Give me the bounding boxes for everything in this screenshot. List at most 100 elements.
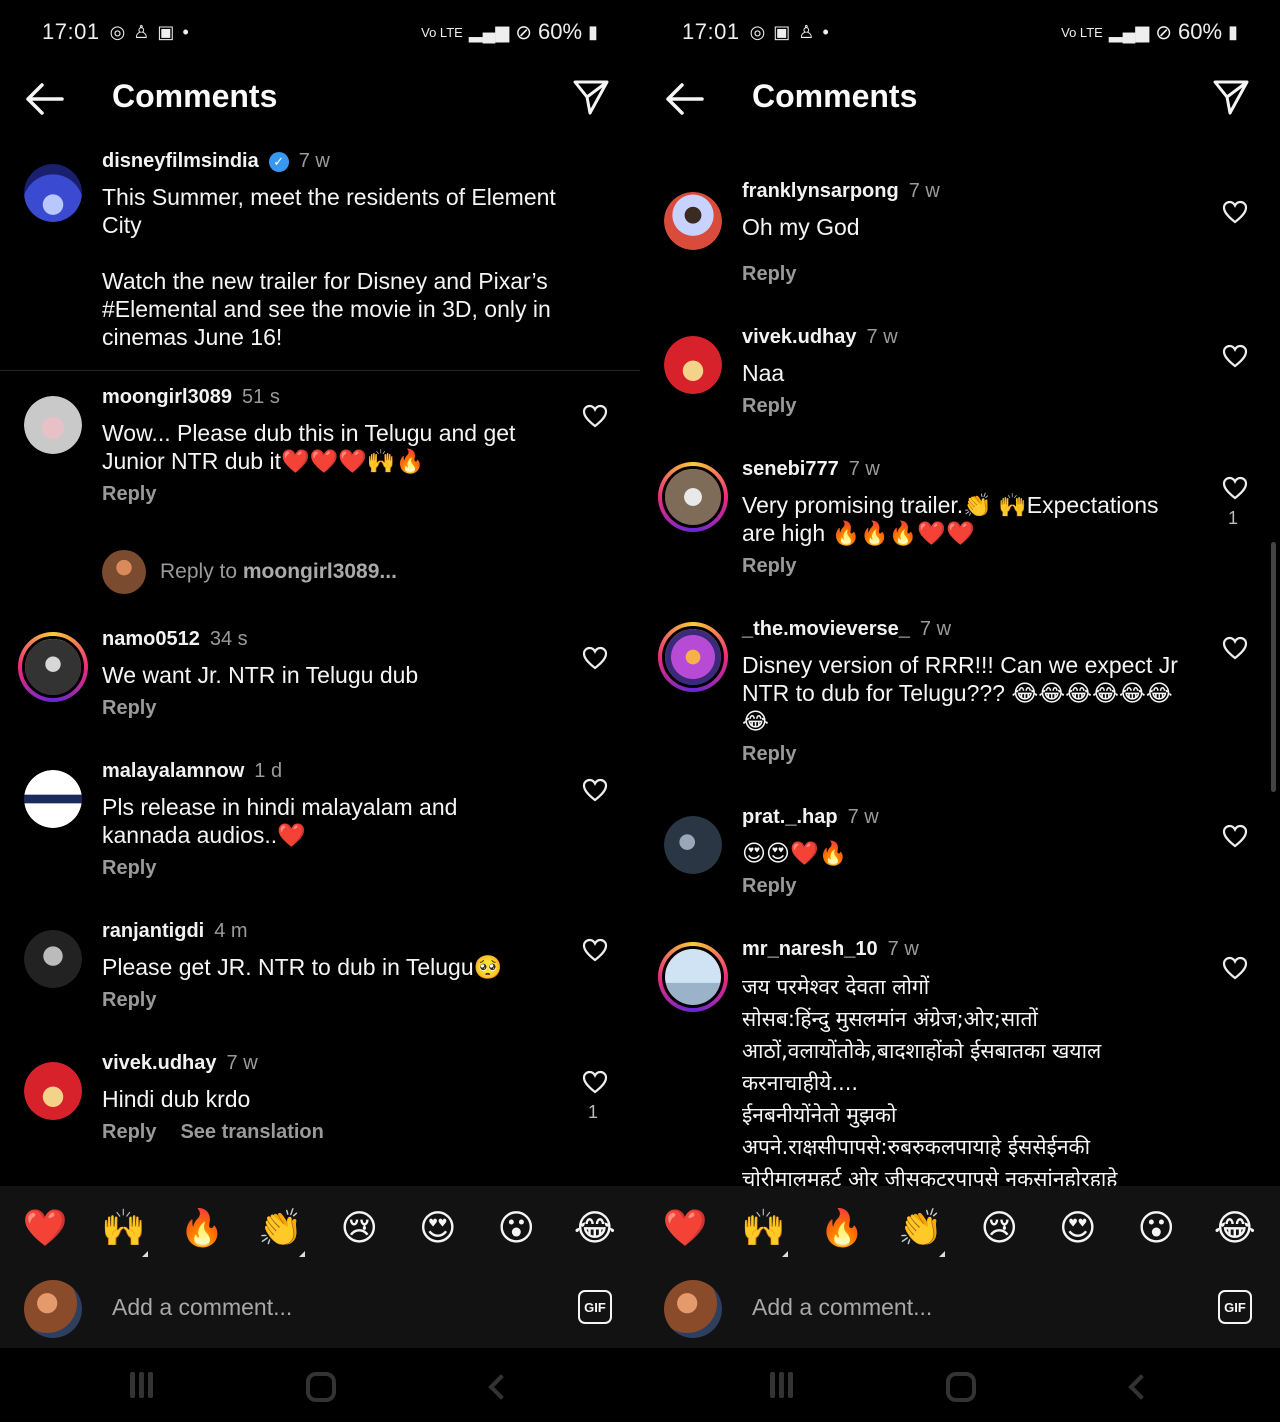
paper-plane-icon[interactable]: [572, 78, 610, 116]
emoji-button[interactable]: 😍: [1048, 1207, 1108, 1249]
reply-button[interactable]: Reply: [742, 555, 796, 578]
username[interactable]: namo0512: [102, 628, 200, 651]
system-nav-bar: [0, 1348, 640, 1422]
avatar[interactable]: [658, 942, 728, 1012]
heart-outline-icon[interactable]: [582, 778, 608, 802]
heart-outline-icon[interactable]: [1222, 824, 1248, 848]
heart-outline-icon[interactable]: [1222, 476, 1248, 500]
username[interactable]: senebi777: [742, 458, 839, 481]
comment-text: Naa: [742, 360, 785, 386]
system-nav-bar: [640, 1348, 1280, 1422]
avatar[interactable]: [658, 462, 728, 532]
arrow-left-icon[interactable]: [664, 82, 704, 116]
comment-text: जय परमेश्वर देवता लोगों सोसब:हिंन्दु मुस…: [742, 975, 1118, 1186]
emoji-button[interactable]: 😮: [486, 1207, 546, 1249]
emoji-button[interactable]: ❤️: [15, 1207, 75, 1249]
reply-button[interactable]: Reply: [102, 1121, 156, 1144]
timestamp: 4 m: [214, 920, 248, 942]
verified-badge-icon: ✓: [268, 151, 289, 172]
like-count: 1: [587, 1102, 598, 1122]
username[interactable]: mr_naresh_10: [742, 938, 878, 961]
like-count: 1: [1227, 508, 1238, 528]
header: Comments: [0, 64, 640, 134]
whatsapp-icon: ◎: [109, 21, 126, 42]
username[interactable]: disneyfilmsindia: [102, 150, 259, 173]
username[interactable]: franklynsarpong: [742, 180, 899, 203]
emoji-button[interactable]: 👏: [251, 1207, 311, 1257]
avatar[interactable]: [664, 336, 722, 394]
reply-button[interactable]: Reply: [102, 857, 156, 880]
reply-prompt[interactable]: Reply to moongirl3089...: [102, 550, 397, 594]
timestamp: 51 s: [242, 386, 280, 408]
emoji-button[interactable]: 😂: [565, 1207, 625, 1249]
arrow-left-icon[interactable]: [24, 82, 64, 116]
avatar[interactable]: [24, 1062, 82, 1120]
username[interactable]: _the.movieverse_: [742, 618, 910, 641]
back-icon[interactable]: [488, 1374, 514, 1400]
emoji-button[interactable]: 👏: [891, 1207, 951, 1257]
reply-button[interactable]: Reply: [742, 875, 796, 898]
see-translation-button[interactable]: See translation: [180, 1121, 323, 1144]
username[interactable]: ranjantigdi: [102, 920, 204, 943]
back-icon[interactable]: [1128, 1374, 1154, 1400]
emoji-button[interactable]: 😢: [969, 1207, 1029, 1249]
comment-input[interactable]: Add a comment...: [112, 1294, 292, 1321]
reply-button[interactable]: Reply: [102, 989, 156, 1012]
emoji-button[interactable]: 😍: [408, 1207, 468, 1249]
heart-outline-icon[interactable]: [1222, 636, 1248, 660]
heart-outline-icon[interactable]: [1222, 344, 1248, 368]
system-icons: Vo LTE ▂▄▆ ⊘ 60% ▮: [421, 19, 598, 45]
emoji-button[interactable]: 😮: [1126, 1207, 1186, 1249]
recents-icon[interactable]: [770, 1372, 796, 1398]
heart-outline-icon[interactable]: [582, 404, 608, 428]
recents-icon[interactable]: [130, 1372, 156, 1398]
heart-outline-icon[interactable]: [582, 646, 608, 670]
signal-icon: ▂▄▆: [1108, 21, 1150, 42]
gif-button[interactable]: GIF: [578, 1290, 612, 1324]
divider: [0, 370, 640, 371]
gif-button[interactable]: GIF: [1218, 1290, 1252, 1324]
reply-button[interactable]: Reply: [742, 263, 796, 286]
avatar: [102, 550, 146, 594]
avatar[interactable]: [664, 192, 722, 250]
comments-feed[interactable]: franklynsarpong 7 w Oh my God Reply vive…: [640, 140, 1280, 1186]
username[interactable]: prat._.hap: [742, 806, 838, 829]
timestamp: 1 d: [254, 760, 283, 782]
reply-button[interactable]: Reply: [102, 697, 156, 720]
avatar[interactable]: [24, 930, 82, 988]
emoji-reaction-bar: ❤️ 🙌 🔥 👏 😢 😍 😮 😂: [0, 1186, 640, 1270]
heart-outline-icon[interactable]: [1222, 956, 1248, 980]
scrollbar[interactable]: [1271, 542, 1276, 792]
emoji-button[interactable]: ❤️: [655, 1207, 715, 1249]
reply-button[interactable]: Reply: [742, 743, 796, 766]
home-icon[interactable]: [306, 1372, 336, 1402]
emoji-button[interactable]: 🙌: [734, 1207, 794, 1257]
heart-outline-icon[interactable]: [582, 938, 608, 962]
emoji-button[interactable]: 🙌: [94, 1207, 154, 1257]
emoji-button[interactable]: 😢: [329, 1207, 389, 1249]
username[interactable]: vivek.udhay: [742, 326, 857, 349]
emoji-button[interactable]: 😂: [1205, 1207, 1265, 1249]
emoji-button[interactable]: 🔥: [172, 1207, 232, 1249]
username[interactable]: vivek.udhay: [102, 1052, 217, 1075]
comment-input[interactable]: Add a comment...: [752, 1294, 932, 1321]
home-icon[interactable]: [946, 1372, 976, 1402]
avatar[interactable]: [24, 396, 82, 454]
dot-icon: •: [822, 21, 829, 42]
avatar[interactable]: [658, 622, 728, 692]
username[interactable]: malayalamnow: [102, 760, 244, 783]
system-icons: Vo LTE ▂▄▆ ⊘ 60% ▮: [1061, 19, 1238, 45]
page-title: Comments: [112, 78, 278, 114]
emoji-button[interactable]: 🔥: [812, 1207, 872, 1249]
paper-plane-icon[interactable]: [1212, 78, 1250, 116]
avatar[interactable]: [24, 164, 82, 222]
heart-outline-icon[interactable]: [1222, 200, 1248, 224]
username[interactable]: moongirl3089: [102, 386, 232, 409]
avatar[interactable]: [24, 770, 82, 828]
reply-button[interactable]: Reply: [102, 483, 156, 506]
avatar[interactable]: [18, 632, 88, 702]
reply-button[interactable]: Reply: [742, 395, 796, 418]
comments-feed[interactable]: disneyfilmsindia ✓ 7 w This Summer, meet…: [0, 140, 640, 1186]
avatar[interactable]: [664, 816, 722, 874]
heart-outline-icon[interactable]: [582, 1070, 608, 1094]
